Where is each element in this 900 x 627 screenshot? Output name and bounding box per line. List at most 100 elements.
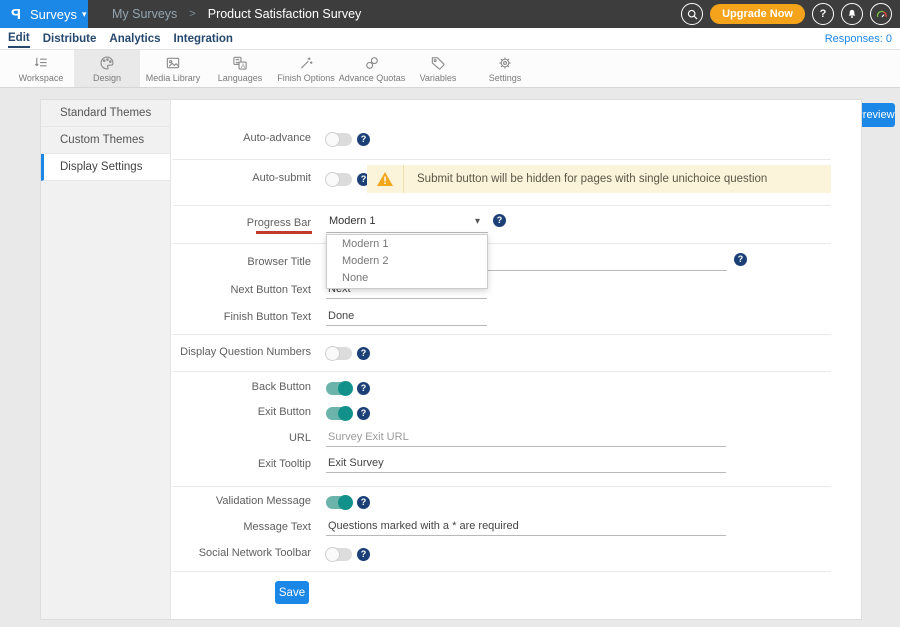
design-toolbar: Workspace Design Media Library A Languag… [0,50,900,88]
finish-button-text-input[interactable] [326,306,487,326]
save-button[interactable]: Save [275,581,309,604]
message-text-input[interactable] [326,516,726,536]
notifications-bell-icon[interactable] [841,3,863,25]
toolbar-settings-label: Settings [489,73,522,83]
progress-bar-annotation-underline [256,231,312,234]
toolbar-advance-quotas-label: Advance Quotas [339,73,406,83]
toolbar-variables-label: Variables [420,73,457,83]
toolbar-workspace-label: Workspace [19,73,64,83]
toolbar-workspace[interactable]: Workspace [8,50,74,87]
help-icon[interactable]: ? [812,3,834,25]
responses-count[interactable]: Responses: 0 [825,33,892,45]
breadcrumb-separator: > [189,8,195,20]
top-header: P Surveys ▾ My Surveys > Product Satisfa… [0,0,900,28]
auto-advance-help-icon[interactable]: ? [357,133,370,146]
exit-button-help-icon[interactable]: ? [357,407,370,420]
toolbar-design[interactable]: Design [74,50,140,87]
upgrade-now-button[interactable]: Upgrade Now [710,4,805,24]
exit-button-toggle[interactable] [326,407,352,420]
chevron-down-icon: ▾ [475,216,480,227]
toggle-knob [325,547,340,562]
toolbar-advance-quotas[interactable]: Advance Quotas [339,50,405,87]
progress-bar-dropdown: Modern 1 Modern 2 None [326,234,488,289]
sidebar-item-standard-themes[interactable]: Standard Themes [41,100,170,127]
toolbar-media-library[interactable]: Media Library [140,50,206,87]
breadcrumb-current: Product Satisfaction Survey [208,7,362,21]
tab-edit[interactable]: Edit [8,30,30,48]
message-text-label: Message Text [131,521,311,533]
toolbar-languages[interactable]: A Languages [207,50,273,87]
toggle-knob [338,381,353,396]
row-divider [173,486,831,487]
breadcrumb: My Surveys > Product Satisfaction Survey [112,0,361,28]
toggle-knob [325,346,340,361]
toolbar-design-label: Design [93,73,121,83]
dropdown-option-none[interactable]: None [327,270,487,287]
image-icon [165,55,181,71]
translate-icon: A [232,55,248,71]
exit-button-label: Exit Button [131,406,311,418]
progress-bar-select[interactable]: Modern 1 ▾ [326,212,488,233]
validation-message-help-icon[interactable]: ? [357,496,370,509]
browser-title-label: Browser Title [131,256,311,268]
warning-text: Submit button will be hidden for pages w… [417,173,767,185]
row-divider [173,571,831,572]
row-divider [173,159,831,160]
toggle-knob [325,172,340,187]
exit-tooltip-input[interactable] [326,453,726,473]
warning-divider [403,165,404,193]
questionpro-logo-icon: P [11,6,21,23]
next-button-text-label: Next Button Text [131,284,311,296]
app-menu-label: Surveys [30,7,77,22]
auto-advance-toggle[interactable] [326,133,352,146]
tab-analytics[interactable]: Analytics [109,31,160,47]
dropdown-option-modern-1[interactable]: Modern 1 [327,236,487,253]
auto-advance-label: Auto-advance [131,132,311,144]
workspace-list-icon [33,55,49,71]
back-button-help-icon[interactable]: ? [357,382,370,395]
display-question-numbers-toggle[interactable] [326,347,352,360]
auto-submit-toggle[interactable] [326,173,352,186]
warning-triangle-icon [376,171,394,187]
dropdown-option-modern-2[interactable]: Modern 2 [327,253,487,270]
search-icon[interactable] [681,3,703,25]
progress-bar-help-icon[interactable]: ? [493,214,506,227]
toolbar-variables[interactable]: Variables [405,50,471,87]
toggle-knob [338,406,353,421]
toggle-knob [338,495,353,510]
row-divider [173,243,831,244]
progress-bar-label: Progress Bar [131,217,311,229]
toolbar-finish-options[interactable]: Finish Options [273,50,339,87]
toolbar-settings[interactable]: Settings [472,50,538,87]
survey-tabs: Edit Distribute Analytics Integration Re… [0,28,900,50]
magic-wand-icon [298,55,314,71]
back-button-toggle[interactable] [326,382,352,395]
exit-tooltip-label: Exit Tooltip [131,458,311,470]
tab-distribute[interactable]: Distribute [43,31,97,47]
questionpro-app: P Surveys ▾ My Surveys > Product Satisfa… [0,0,900,627]
auto-submit-warning-banner: Submit button will be hidden for pages w… [367,165,831,193]
toggle-knob [325,132,340,147]
browser-title-help-icon[interactable]: ? [734,253,747,266]
row-divider [173,205,831,206]
social-network-toolbar-label: Social Network Toolbar [131,547,311,559]
palette-icon [99,55,115,71]
display-question-numbers-label: Display Question Numbers [131,346,311,358]
validation-message-label: Validation Message [131,495,311,507]
gear-icon [497,55,513,71]
tab-integration[interactable]: Integration [174,31,233,47]
display-question-numbers-help-icon[interactable]: ? [357,347,370,360]
auto-submit-label: Auto-submit [131,172,311,184]
progress-bar-selected-value: Modern 1 [329,215,375,227]
row-divider [173,371,831,372]
breadcrumb-my-surveys[interactable]: My Surveys [112,7,177,21]
license-gauge-icon[interactable] [870,3,892,25]
exit-url-input[interactable] [326,427,726,447]
validation-message-toggle[interactable] [326,496,352,509]
toolbar-media-library-label: Media Library [146,73,201,83]
tag-icon [430,55,446,71]
social-network-toolbar-help-icon[interactable]: ? [357,548,370,561]
chevron-down-icon: ▾ [82,9,87,20]
product-switcher[interactable]: P Surveys ▾ [0,0,88,28]
social-network-toolbar-toggle[interactable] [326,548,352,561]
